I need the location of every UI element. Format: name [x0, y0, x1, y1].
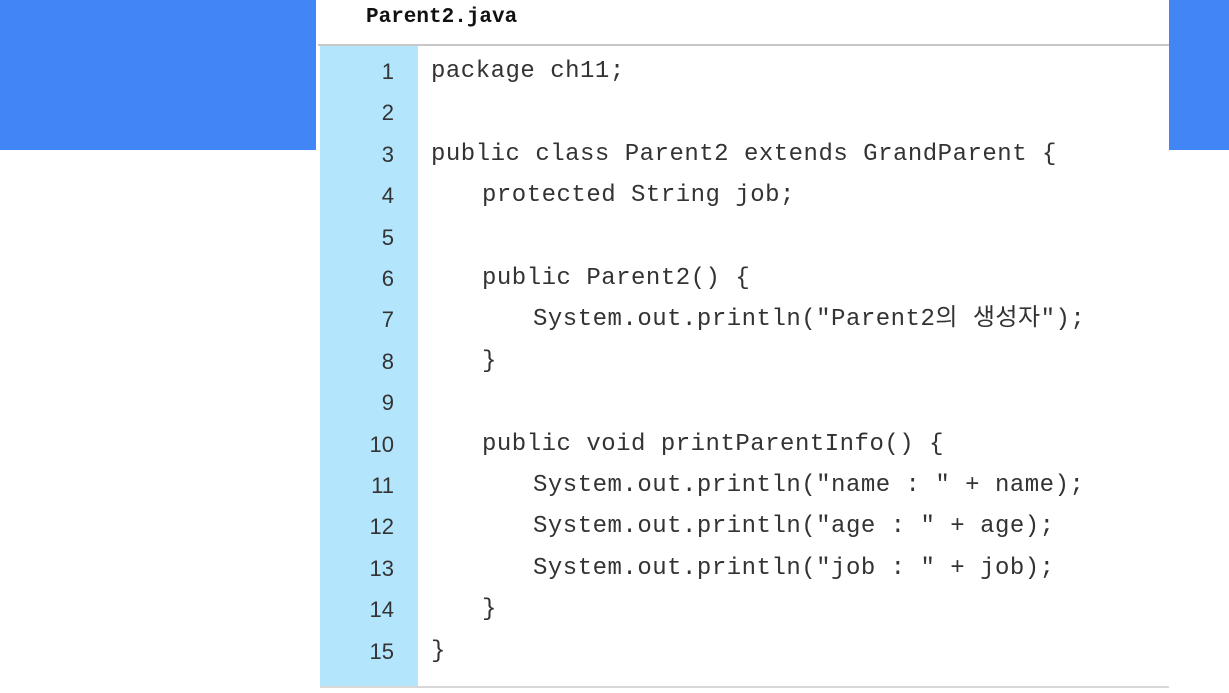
- code-line: 1 package ch11;: [318, 51, 1169, 92]
- code-text: System.out.println("name : " + name);: [533, 472, 1085, 499]
- code-listing: Parent2.java 1 package ch11; 2 3 public clas…: [318, 0, 1169, 688]
- code-text: }: [482, 596, 497, 624]
- code-text: }: [431, 637, 446, 665]
- line-number: 1: [381, 59, 394, 84]
- code-line: 7 System.out.println("Parent2의 생성자");: [318, 299, 1169, 340]
- line-number: 6: [381, 266, 394, 291]
- code-text: System.out.println("age : " + age);: [533, 513, 1055, 541]
- code-text: System.out.println("job : " + job);: [533, 554, 1055, 582]
- line-number: 14: [369, 597, 394, 623]
- line-number: 11: [371, 473, 394, 498]
- code-line: 14}: [318, 589, 1169, 630]
- code-text: package ch11;: [431, 58, 625, 85]
- blue-banner-right: [1169, 0, 1229, 150]
- code-line: 12 System.out.println("age : " + age);: [318, 506, 1169, 547]
- line-number: 5: [381, 224, 394, 250]
- file-name: Parent2.java: [366, 6, 518, 29]
- line-number: 2: [381, 100, 394, 126]
- code-line: 2: [318, 92, 1169, 133]
- code-line: 3 public class Parent2 extends GrandParen…: [318, 134, 1169, 175]
- line-number: 12: [369, 514, 394, 540]
- code-line: 8}: [318, 341, 1169, 382]
- code-line: 5: [318, 217, 1169, 258]
- code-line: 6 public Parent2() {: [318, 258, 1169, 299]
- divider: [318, 44, 1169, 46]
- line-number: 15: [369, 638, 394, 664]
- line-number: 10: [369, 431, 394, 457]
- code-line: 10 public void printParentInfo() {: [318, 424, 1169, 465]
- code-text: System.out.println("Parent2의 생성자");: [533, 306, 1086, 334]
- code-text: }: [482, 347, 497, 375]
- code-text: public Parent2() {: [482, 265, 751, 292]
- line-number: 8: [381, 348, 394, 374]
- code-line: 4 protected String job;: [318, 175, 1169, 216]
- code-line: 11 System.out.println("name : " + name);: [318, 465, 1169, 506]
- line-number: 7: [381, 307, 394, 333]
- code-text: public class Parent2 extends GrandParent…: [431, 140, 1057, 168]
- code-line: 15}: [318, 631, 1169, 672]
- blue-banner-left: [0, 0, 316, 150]
- divider: [320, 686, 1169, 688]
- line-number: 4: [381, 183, 394, 209]
- code-text: public void printParentInfo() {: [482, 430, 944, 458]
- code-text: protected String job;: [482, 182, 795, 210]
- code-line: 9: [318, 382, 1169, 423]
- line-number: 9: [381, 390, 394, 416]
- line-number: 13: [369, 555, 394, 581]
- line-number: 3: [381, 141, 394, 167]
- code-line: 13 System.out.println("job : " + job);: [318, 548, 1169, 589]
